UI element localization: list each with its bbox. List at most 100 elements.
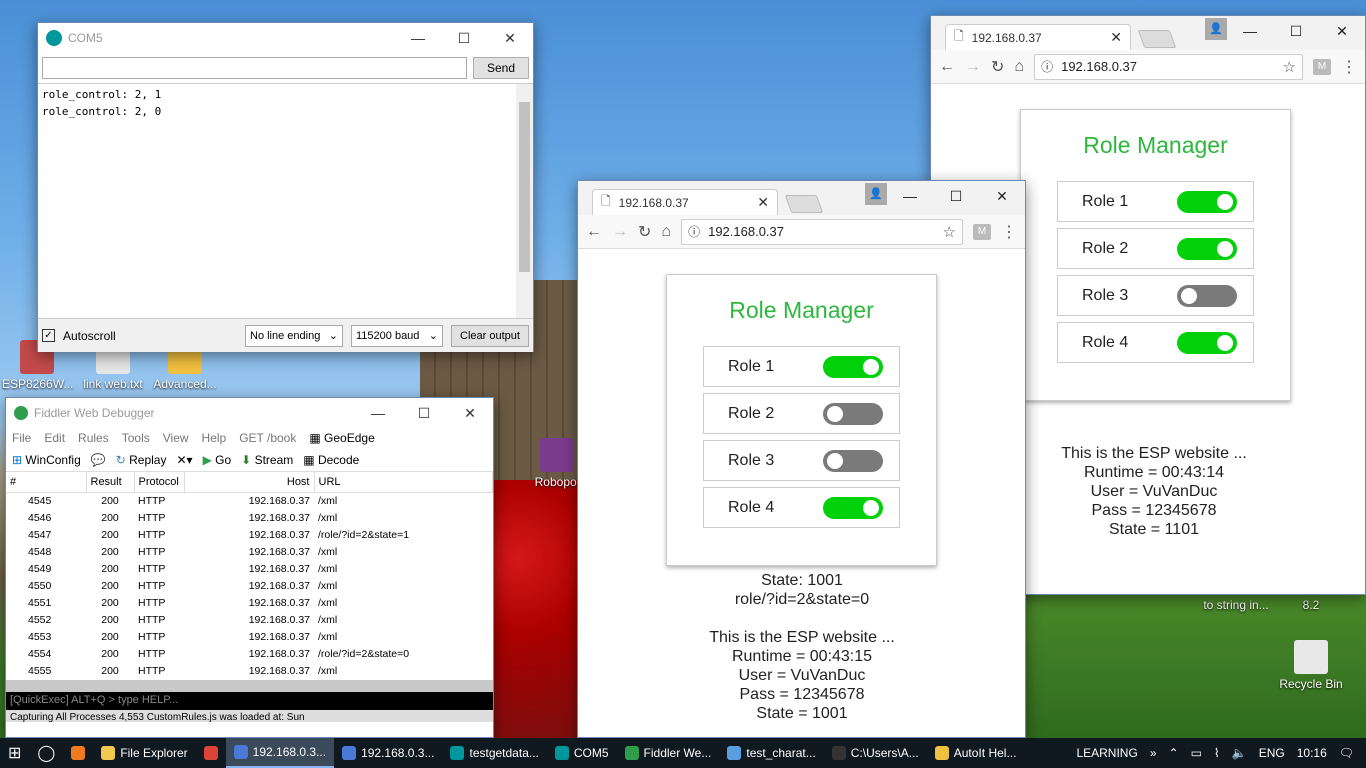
fiddler-hscrollbar[interactable]: [6, 679, 493, 692]
menu-get-book[interactable]: GET /book: [239, 431, 296, 445]
table-row[interactable]: 4545 200 HTTP 192.168.0.37/xml: [6, 493, 493, 510]
role-toggle[interactable]: [823, 449, 883, 472]
menu-icon[interactable]: ⋮: [1001, 222, 1017, 242]
profile-icon[interactable]: 👤: [865, 183, 887, 205]
taskbar-item[interactable]: Fiddler We...: [617, 738, 720, 768]
table-row[interactable]: 4554 200 HTTP 192.168.0.37/role/?id=2&state…: [6, 646, 493, 663]
back-icon[interactable]: ←: [939, 58, 955, 76]
chevron-up-icon[interactable]: ⌃: [1169, 746, 1179, 760]
taskbar-item[interactable]: File Explorer: [93, 738, 195, 768]
table-row[interactable]: 4551 200 HTTP 192.168.0.37/xml: [6, 595, 493, 612]
col-url[interactable]: URL: [314, 472, 493, 493]
taskbar-item[interactable]: AutoIt Hel...: [927, 738, 1025, 768]
minimize-icon[interactable]: —: [355, 405, 401, 422]
autoscroll-checkbox[interactable]: ✓: [42, 329, 55, 342]
quickexec-input[interactable]: [QuickExec] ALT+Q > type HELP...: [6, 691, 493, 710]
table-row[interactable]: 4555 200 HTTP 192.168.0.37/xml: [6, 663, 493, 680]
stream-button[interactable]: ⬇ Stream: [241, 453, 293, 467]
go-button[interactable]: ▶ Go: [203, 453, 232, 467]
line-ending-select[interactable]: No line ending ⌄: [245, 324, 343, 347]
tray-expand-icon[interactable]: »: [1150, 746, 1157, 760]
network-icon[interactable]: ⌇: [1214, 746, 1220, 760]
tab-close-icon[interactable]: ✕: [757, 194, 769, 211]
clear-output-button[interactable]: Clear output: [451, 324, 529, 347]
role-toggle[interactable]: [823, 355, 883, 378]
desktop-icon-version[interactable]: 8.2: [1276, 598, 1346, 612]
desktop-icon-to-string[interactable]: to string in...: [1200, 598, 1272, 612]
minimize-icon[interactable]: —: [887, 181, 933, 211]
close-icon[interactable]: ✕: [487, 30, 533, 47]
col-host[interactable]: Host: [184, 472, 315, 493]
maximize-icon[interactable]: ☐: [441, 30, 487, 47]
taskbar-item[interactable]: testgetdata...: [442, 738, 546, 768]
clock[interactable]: 10:16: [1297, 746, 1327, 760]
menu-rules[interactable]: Rules: [78, 431, 109, 445]
reload-icon[interactable]: ↻: [991, 57, 1004, 77]
bookmark-star-icon[interactable]: ☆: [943, 223, 956, 241]
home-icon[interactable]: ⌂: [1014, 58, 1024, 76]
serial-titlebar[interactable]: COM5 — ☐ ✕: [38, 23, 533, 53]
menu-tools[interactable]: Tools: [122, 431, 150, 445]
menu-edit[interactable]: Edit: [44, 431, 65, 445]
remove-icon[interactable]: ✕▾: [176, 453, 192, 467]
role-toggle[interactable]: [1177, 237, 1237, 260]
taskbar-item[interactable]: 192.168.0.3...: [334, 738, 442, 768]
taskbar-item[interactable]: [196, 738, 226, 768]
start-button[interactable]: ⊞: [0, 738, 29, 768]
extension-icon[interactable]: M: [1313, 58, 1331, 75]
table-row[interactable]: 4552 200 HTTP 192.168.0.37/xml: [6, 612, 493, 629]
extension-icon[interactable]: M: [973, 223, 991, 240]
new-tab-button[interactable]: [1137, 30, 1177, 48]
table-row[interactable]: 4553 200 HTTP 192.168.0.37/xml: [6, 629, 493, 646]
search-button[interactable]: ◯: [29, 738, 63, 768]
close-icon[interactable]: ✕: [1319, 16, 1365, 46]
browser-tab[interactable]: 🗋 192.168.0.37 ✕: [945, 24, 1131, 50]
role-toggle[interactable]: [823, 496, 883, 519]
decode-button[interactable]: ▦ Decode: [303, 453, 359, 467]
minimize-icon[interactable]: —: [395, 30, 441, 47]
col-result[interactable]: Result: [86, 472, 135, 493]
close-icon[interactable]: ✕: [979, 181, 1025, 211]
winconfig-button[interactable]: ⊞ WinConfig: [12, 453, 81, 467]
volume-icon[interactable]: 🔈: [1232, 746, 1247, 760]
baud-select[interactable]: 115200 baud ⌄: [351, 324, 443, 347]
taskbar-item[interactable]: COM5: [547, 738, 617, 768]
fiddler-titlebar[interactable]: Fiddler Web Debugger — ☐ ✕: [6, 398, 493, 428]
back-icon[interactable]: ←: [586, 223, 602, 241]
role-toggle[interactable]: [823, 402, 883, 425]
battery-icon[interactable]: ▭: [1191, 746, 1202, 760]
replay-button[interactable]: ↻ Replay: [116, 453, 167, 467]
taskbar-item[interactable]: 192.168.0.3...: [225, 738, 335, 768]
forward-icon[interactable]: →: [612, 223, 628, 241]
language-indicator[interactable]: ENG: [1259, 746, 1285, 760]
bookmark-star-icon[interactable]: ☆: [1283, 58, 1296, 76]
table-row[interactable]: 4549 200 HTTP 192.168.0.37/xml: [6, 561, 493, 578]
taskbar-item[interactable]: test_charat...: [719, 738, 823, 768]
desktop-icon-recycle-bin[interactable]: Recycle Bin: [1276, 640, 1346, 691]
maximize-icon[interactable]: ☐: [401, 405, 447, 422]
col-protocol[interactable]: Protocol: [134, 472, 185, 493]
send-button[interactable]: Send: [473, 57, 529, 79]
media-player-button[interactable]: [63, 738, 93, 768]
home-icon[interactable]: ⌂: [661, 223, 671, 241]
close-icon[interactable]: ✕: [447, 405, 493, 422]
profile-icon[interactable]: 👤: [1205, 18, 1227, 40]
table-row[interactable]: 4548 200 HTTP 192.168.0.37/xml: [6, 544, 493, 561]
tab-close-icon[interactable]: ✕: [1110, 29, 1122, 46]
browser-tab[interactable]: 🗋 192.168.0.37 ✕: [592, 189, 778, 215]
table-row[interactable]: 4547 200 HTTP 192.168.0.37/role/?id=2&state…: [6, 527, 493, 544]
serial-send-input[interactable]: [42, 57, 467, 79]
address-bar[interactable]: ⓘ 192.168.0.37 ☆: [681, 218, 963, 245]
forward-icon[interactable]: →: [965, 58, 981, 76]
address-bar[interactable]: ⓘ 192.168.0.37 ☆: [1034, 53, 1303, 80]
taskbar-item[interactable]: C:\Users\A...: [824, 738, 927, 768]
menu-help[interactable]: Help: [202, 431, 227, 445]
new-tab-button[interactable]: [784, 195, 824, 213]
tray-learning[interactable]: LEARNING: [1076, 746, 1137, 760]
menu-geoedge[interactable]: ▦ GeoEdge: [309, 431, 374, 445]
serial-scrollbar[interactable]: [516, 84, 533, 318]
role-toggle[interactable]: [1177, 284, 1237, 307]
role-toggle[interactable]: [1177, 331, 1237, 354]
col-id[interactable]: #: [6, 472, 87, 493]
menu-icon[interactable]: ⋮: [1341, 57, 1357, 77]
